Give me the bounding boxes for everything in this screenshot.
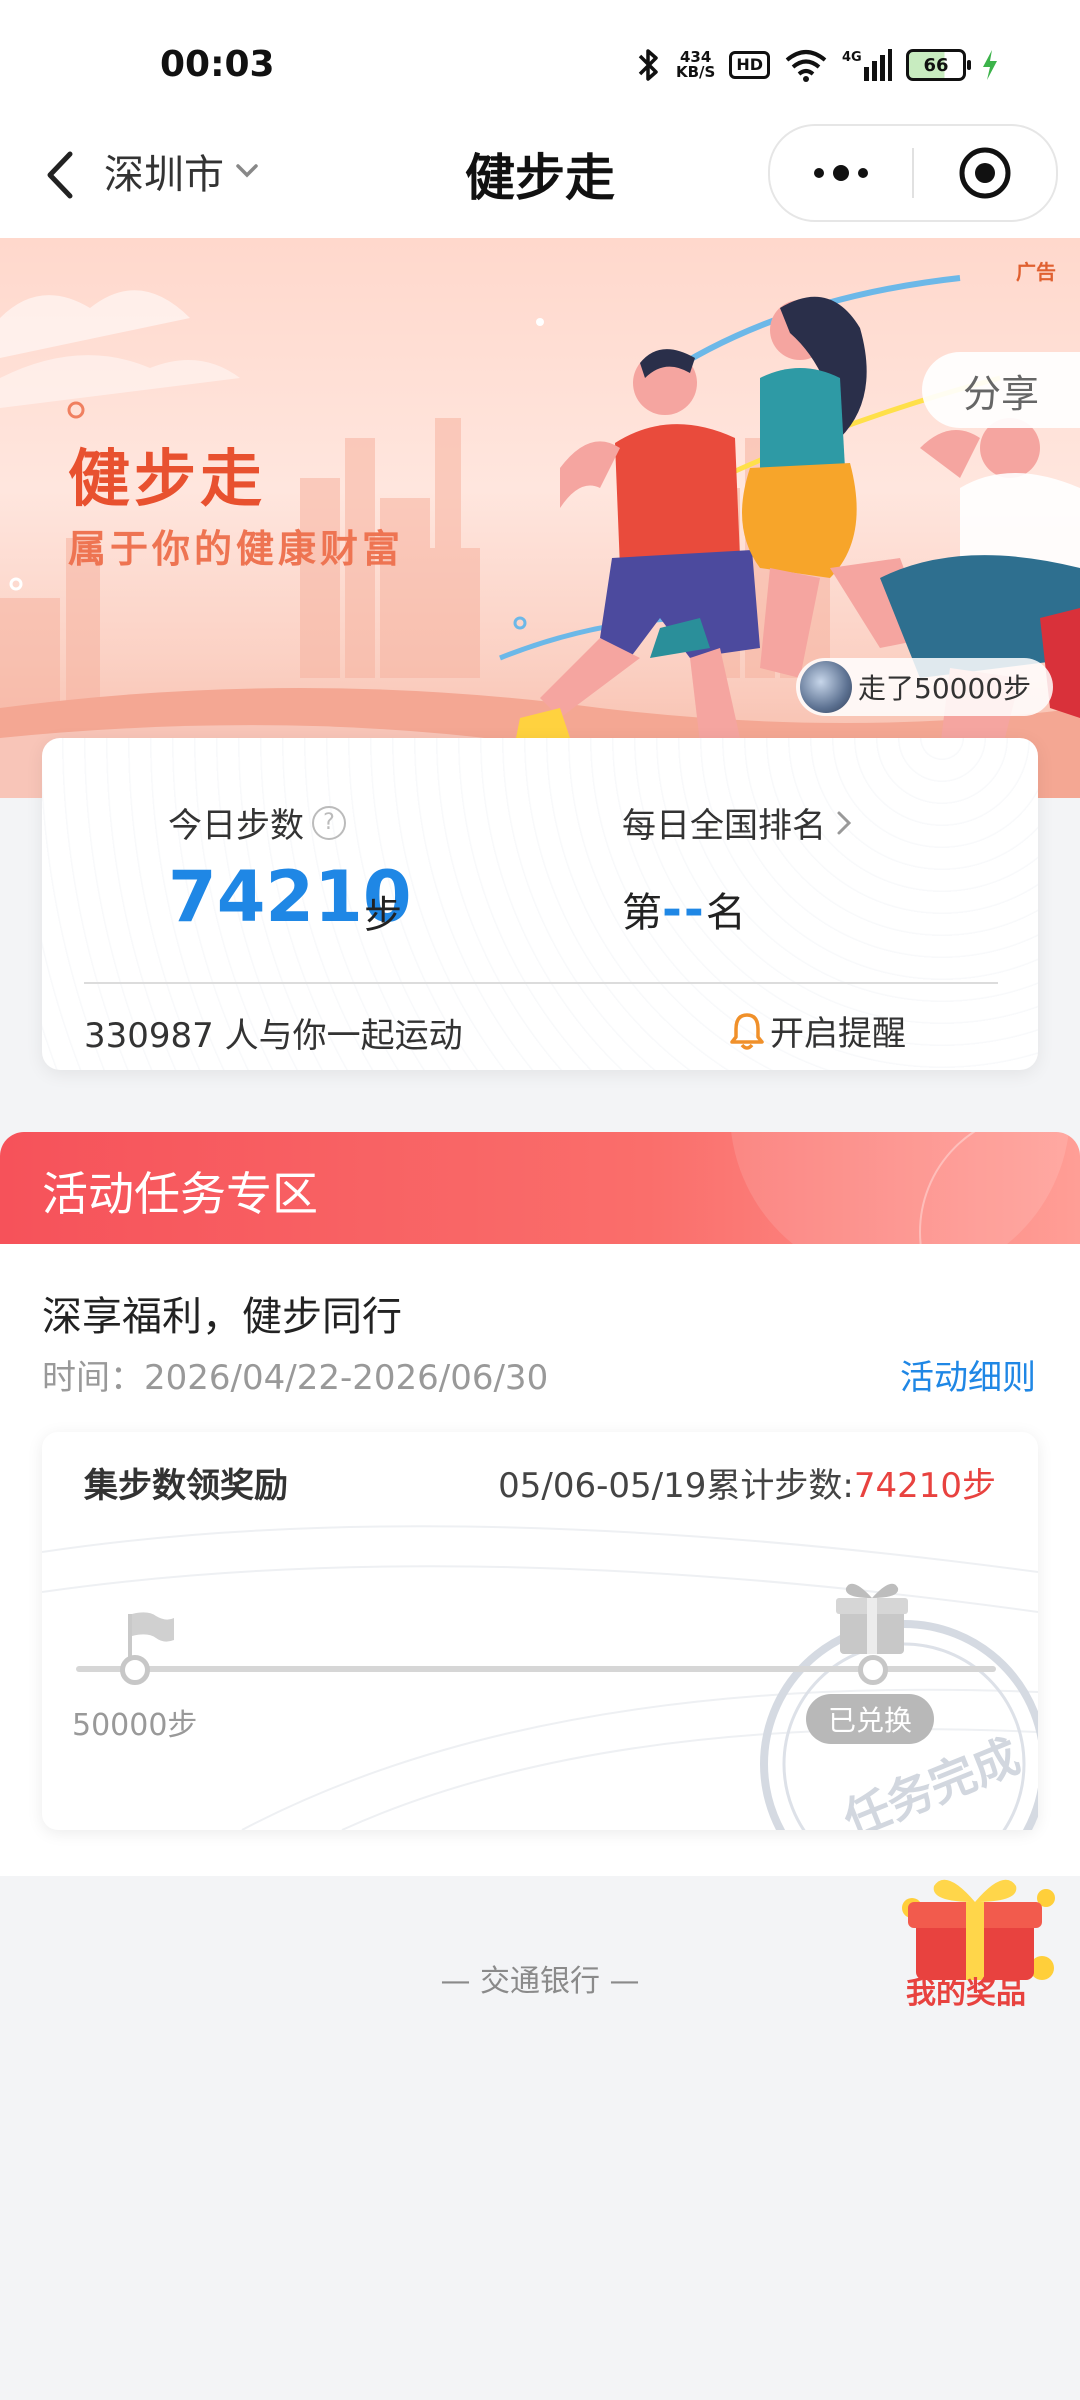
my-prize-label[interactable]: 我的奖品 [906,1968,1026,2012]
rank-number: -- [662,882,706,938]
net-speed: 434 KB/S [675,48,716,81]
reward-total-value: 74210步 [853,1466,996,1506]
walk-chip-label: 走了50000步 [858,672,1032,705]
ad-tag: 广告 [1016,260,1056,284]
participants-count: 330987 人与你一起运动 [84,1016,463,1056]
charging-icon [983,50,997,80]
svg-text:4G: 4G [842,50,862,65]
banner-subtitle: 属于你的健康财富 [68,527,405,571]
avatar [800,661,852,713]
share-button[interactable]: 分享 [922,352,1080,428]
activity-header-title: 活动任务专区 [42,1167,318,1221]
activity-time: 时间：2026/04/22-2026/06/30 [42,1358,549,1398]
today-steps-label-text: 今日步数 [168,806,304,846]
chevron-right-icon [837,811,852,834]
wifi-icon [785,50,827,82]
gift-icon[interactable] [832,1574,912,1658]
reward-total-label: 05/06-05/19累计步数: [498,1466,854,1506]
miniapp-capsule [768,124,1058,222]
walk-chip: 走了50000步 [796,658,1054,716]
redeemed-badge: 已兑换 [806,1694,934,1744]
card-divider [84,982,998,984]
banner-title: 健步走 [68,442,267,515]
status-time: 00:03 [160,44,275,85]
national-rank-label: 每日全国排名 [622,806,826,846]
status-icons: 434 KB/S HD 4G 66 [636,40,1000,90]
national-rank-value: 第--名 [622,880,746,938]
milestone-end-node [858,1655,888,1685]
activity-subtitle: 深享福利，健步同行 [42,1294,402,1340]
more-dots-icon [814,165,868,181]
activity-rules-link[interactable]: 活动细则 [900,1350,1036,1399]
signal-icon: 4G [842,49,892,81]
milestone-start-node [120,1655,150,1685]
help-icon[interactable]: ? [312,805,346,840]
today-steps-unit: 步 [364,893,403,937]
milestone-label: 50000步 [72,1708,198,1743]
more-options-button[interactable] [770,126,912,220]
bell-icon [730,1012,764,1050]
today-steps-label: 今日步数 ? [168,798,346,847]
hd-badge: HD [729,51,770,79]
battery-indicator: 66 [906,49,971,81]
reminder-label: 开启提醒 [770,1014,906,1054]
rank-prefix: 第 [622,890,662,936]
reward-title: 集步数领奖励 [84,1466,288,1506]
reward-total: 05/06-05/19累计步数:74210步 [498,1458,996,1507]
bluetooth-icon [638,49,658,81]
close-miniapp-button[interactable] [914,126,1056,220]
target-close-icon [959,147,1011,199]
national-rank-link[interactable]: 每日全国排名 [622,798,852,847]
rank-suffix: 名 [705,890,746,936]
enable-reminder-button[interactable]: 开启提醒 [728,1006,906,1055]
